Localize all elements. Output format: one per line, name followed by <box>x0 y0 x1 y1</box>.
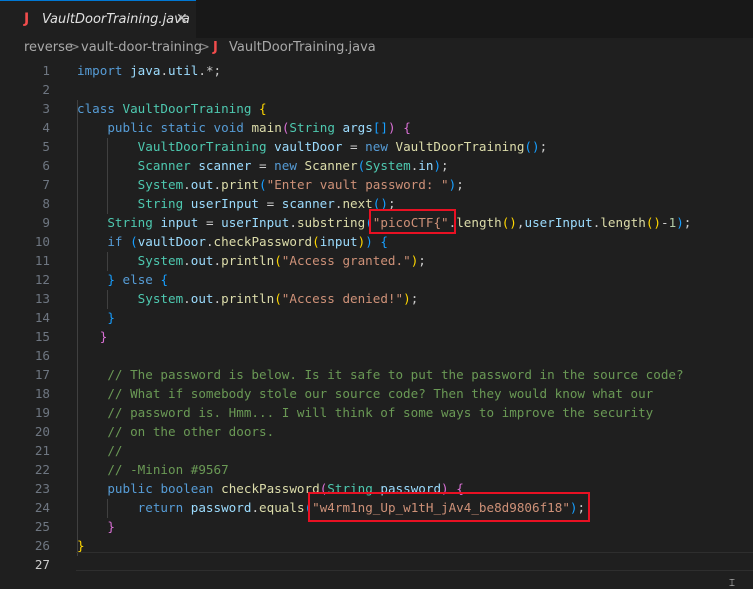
code-text: } <box>99 329 108 344</box>
tab-bar: J VaultDoorTraining.java ✕ <box>0 0 753 39</box>
code-line[interactable]: 4 public static void main(String args[])… <box>0 118 753 137</box>
code-text: System.out.println("Access denied!"); <box>137 291 419 306</box>
code-line[interactable]: 21 // <box>0 441 753 460</box>
code-line[interactable]: 18 // What if somebody stole our source … <box>0 384 753 403</box>
line-number: 6 <box>42 158 50 173</box>
chevron-right-icon: > <box>199 40 210 55</box>
line-number: 16 <box>34 348 50 363</box>
line-number: 19 <box>34 405 50 420</box>
line-number: 22 <box>34 462 50 477</box>
code-line[interactable]: 10 if (vaultDoor.checkPassword(input)) { <box>0 232 753 251</box>
code-line[interactable]: 2 <box>0 80 753 99</box>
code-text: // -Minion #9567 <box>107 462 229 477</box>
line-number: 24 <box>34 500 50 515</box>
line-number: 25 <box>34 519 50 534</box>
code-text: class VaultDoorTraining { <box>77 101 267 116</box>
code-text: } else { <box>107 272 169 287</box>
code-line[interactable]: 26} <box>0 536 753 555</box>
code-text: // on the other doors. <box>107 424 275 439</box>
chevron-right-icon: > <box>69 40 80 55</box>
code-text: // The password is below. Is it safe to … <box>107 367 684 382</box>
code-text: System.out.println("Access granted."); <box>137 253 426 268</box>
code-line[interactable]: 15 } <box>0 327 753 346</box>
line-number: 13 <box>34 291 50 306</box>
breadcrumb-item-reverse[interactable]: reverse <box>24 40 73 55</box>
tab-title: VaultDoorTraining.java <box>42 12 190 27</box>
code-line[interactable]: 6 Scanner scanner = new Scanner(System.i… <box>0 156 753 175</box>
line-number: 3 <box>42 101 50 116</box>
code-line[interactable]: 20 // on the other doors. <box>0 422 753 441</box>
highlight-box-password <box>308 492 590 522</box>
code-line[interactable]: 5 VaultDoorTraining vaultDoor = new Vaul… <box>0 137 753 156</box>
line-number: 9 <box>42 215 50 230</box>
breadcrumb-item-vault-door-training[interactable]: vault-door-training <box>81 40 202 55</box>
code-text: public static void main(String args[]) { <box>107 120 411 135</box>
line-number: 1 <box>42 63 50 78</box>
line-number: 11 <box>34 253 50 268</box>
line-number: 18 <box>34 386 50 401</box>
tab-vaultdoortraining[interactable]: J VaultDoorTraining.java ✕ <box>0 0 196 38</box>
line-number: 26 <box>34 538 50 553</box>
code-line[interactable]: 11 System.out.println("Access granted.")… <box>0 251 753 270</box>
code-line[interactable]: 17 // The password is below. Is it safe … <box>0 365 753 384</box>
line-number: 8 <box>42 196 50 211</box>
code-line[interactable]: 12 } else { <box>0 270 753 289</box>
line-number: 10 <box>34 234 50 249</box>
code-line[interactable]: 3 class VaultDoorTraining { <box>0 99 753 118</box>
code-text: if (vaultDoor.checkPassword(input)) { <box>107 234 389 249</box>
breadcrumb-item-file[interactable]: VaultDoorTraining.java <box>229 40 376 55</box>
code-text: // <box>107 443 123 458</box>
line-number: 27 <box>34 557 50 572</box>
code-text: String userInput = scanner.next(); <box>137 196 396 211</box>
breadcrumb: reverse > vault-door-training > J VaultD… <box>0 38 753 60</box>
line-number: 4 <box>42 120 50 135</box>
line-number: 20 <box>34 424 50 439</box>
code-line[interactable]: 19 // password is. Hmm... I will think o… <box>0 403 753 422</box>
line-number: 2 <box>42 82 50 97</box>
mouse-cursor-icon: ⌶ <box>729 578 735 589</box>
code-line[interactable]: 14 } <box>0 308 753 327</box>
code-text: Scanner scanner = new Scanner(System.in)… <box>137 158 449 173</box>
line-number: 21 <box>34 443 50 458</box>
code-text: VaultDoorTraining vaultDoor = new VaultD… <box>137 139 548 154</box>
java-file-icon: J <box>24 11 30 27</box>
java-file-icon: J <box>213 40 218 55</box>
highlight-box-prefix <box>369 209 456 234</box>
code-text: } <box>107 519 115 534</box>
code-text: // What if somebody stole our source cod… <box>107 386 654 401</box>
line-number: 5 <box>42 139 50 154</box>
code-line[interactable]: 22 // -Minion #9567 <box>0 460 753 479</box>
code-text: // password is. Hmm... I will think of s… <box>107 405 654 420</box>
code-line[interactable]: 13 System.out.println("Access denied!"); <box>0 289 753 308</box>
code-text: } <box>107 310 115 325</box>
line-number: 17 <box>34 367 50 382</box>
code-line[interactable]: 7 System.out.print("Enter vault password… <box>0 175 753 194</box>
code-text: } <box>77 538 85 553</box>
code-text: System.out.print("Enter vault password: … <box>137 177 464 192</box>
line-number: 15 <box>34 329 50 344</box>
line-number: 12 <box>34 272 50 287</box>
code-line[interactable]: 1 import java.util.*; <box>0 61 753 80</box>
code-line[interactable]: 16 <box>0 346 753 365</box>
close-icon[interactable]: ✕ <box>176 11 188 27</box>
line-number: 14 <box>34 310 50 325</box>
code-text: import java.util.*; <box>77 63 222 78</box>
line-number: 7 <box>42 177 50 192</box>
line-number: 23 <box>34 481 50 496</box>
code-line[interactable]: 27 <box>0 555 753 574</box>
